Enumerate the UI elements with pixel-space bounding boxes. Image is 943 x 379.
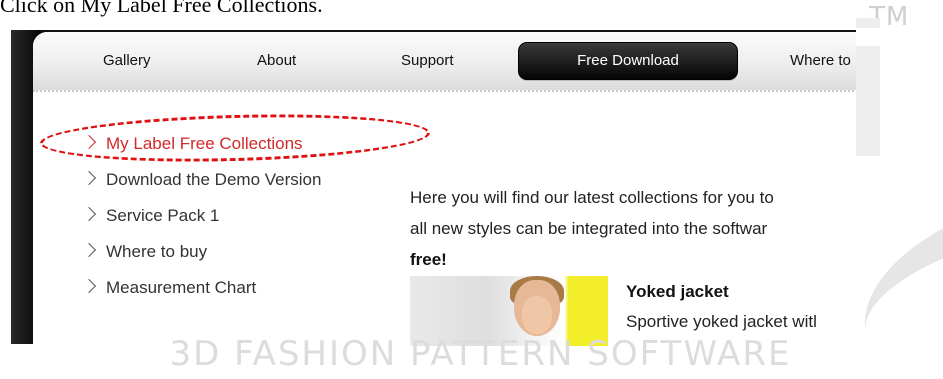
sidebar-item-measurement-chart[interactable]: Measurement Chart	[81, 278, 257, 298]
nav-support[interactable]: Support	[401, 52, 454, 69]
top-navigation: Gallery About Support Free Download Wher…	[33, 32, 856, 90]
background-stripe	[856, 46, 880, 156]
product-description: Sportive yoked jacket witl	[626, 312, 817, 331]
intro-text-line: Here you will find our latest collection…	[410, 188, 774, 207]
chevron-right-icon	[81, 242, 97, 258]
intro-free-label: free!	[410, 250, 447, 269]
nav-gallery[interactable]: Gallery	[103, 52, 151, 69]
sidebar-item-download-demo[interactable]: Download the Demo Version	[81, 170, 322, 190]
model-face	[522, 296, 552, 334]
sidebar-item-label: Measurement Chart	[106, 278, 257, 297]
nav-where-to-buy[interactable]: Where to	[790, 52, 851, 69]
nav-free-download-label: Free Download	[577, 52, 679, 69]
background-stripe	[856, 18, 880, 28]
sidebar-item-label: Service Pack 1	[106, 206, 220, 225]
intro-text-line: all new styles can be integrated into th…	[410, 219, 768, 238]
brand-watermark: 3D FASHION PATTERN SOFTWARE	[169, 334, 792, 374]
sidebar-item-label: Download the Demo Version	[106, 170, 322, 189]
nav-divider	[33, 90, 856, 92]
task-instruction: Click on My Label Free Collections.	[0, 0, 323, 17]
sidebar-item-where-to-buy[interactable]: Where to buy	[81, 242, 208, 262]
nav-about[interactable]: About	[257, 52, 296, 69]
nav-free-download[interactable]: Free Download	[518, 42, 738, 80]
chevron-right-icon	[81, 278, 97, 294]
sidebar-item-label: Where to buy	[106, 242, 208, 261]
product-title[interactable]: Yoked jacket	[626, 282, 729, 302]
chevron-right-icon	[81, 170, 97, 186]
sidebar-item-service-pack[interactable]: Service Pack 1	[81, 206, 220, 226]
chevron-right-icon	[81, 206, 97, 222]
